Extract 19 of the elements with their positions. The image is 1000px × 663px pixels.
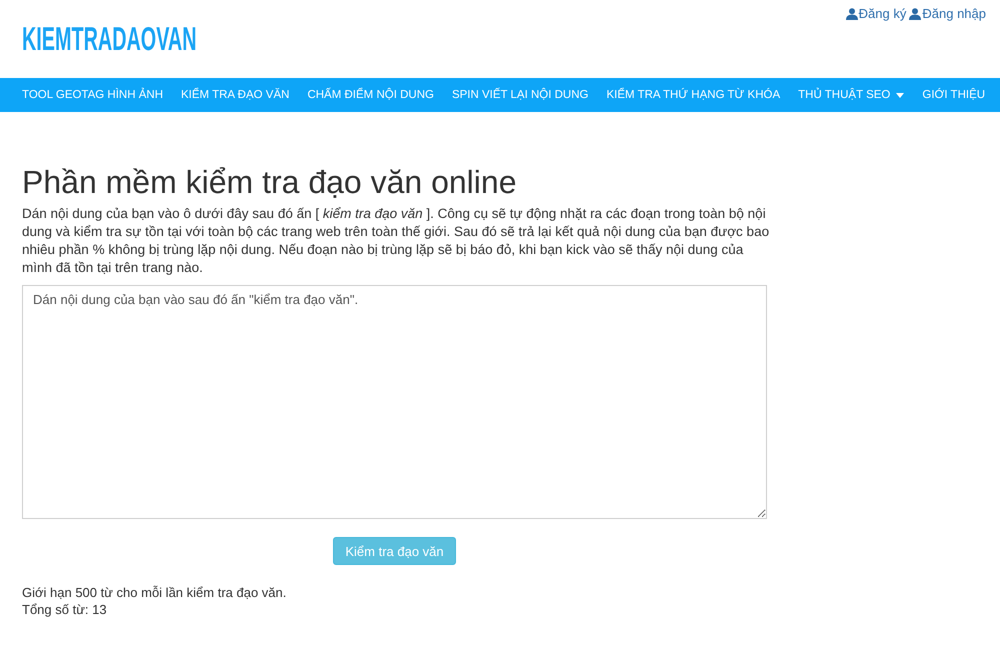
word-count-text: Tổng số từ: 13 xyxy=(22,601,107,618)
nav-link[interactable]: TOOL GEOTAG HÌNH ẢNH xyxy=(13,78,172,112)
user-icon xyxy=(909,8,922,20)
check-button[interactable]: Kiểm tra đạo văn xyxy=(333,537,456,565)
caret-icon xyxy=(896,92,904,98)
nav-link[interactable]: GIỚI THIỆU xyxy=(913,78,994,112)
limit-note: Giới hạn 500 từ cho mỗi lần kiểm tra đạo văn. xyxy=(22,584,286,601)
nav-link[interactable]: KIỂM TRA ĐẠO VĂN xyxy=(172,78,298,112)
content-textarea[interactable]: Dán nội dung của bạn vào sau đó ấn "kiểm tra đạo văn". xyxy=(22,285,767,519)
nav-link[interactable]: SPIN VIẾT LẠI NỘI DUNG xyxy=(442,78,598,112)
page-title: Phần mềm kiểm tra đạo văn online xyxy=(22,163,518,202)
account-link[interactable]: Đăng nhập xyxy=(909,6,986,21)
description-text: Dán nội dung của bạn vào ô dưới đây sau đó ấn [ kiểm tra đạo văn ]. Công cụ sẽ tự động nhặt ra các đoạn trong toàn bộ nội dung và kiểm tra sự tồn tại với toàn bộ các trang web trên toàn thế giới. Sau đó sẽ trả lại kết quả nội dung của bạn được bao nhiêu phần % không bị trùng lặp nội dung. Nếu đoạn nào bị trùng lặp sẽ bị báo đỏ, khi bạn kick vào sẽ thấy nội dung của mình đã tồn tại trên trang nào. xyxy=(22,205,770,277)
nav-link[interactable]: KIỂM TRA THỨ HẠNG TỪ KHÓA xyxy=(597,78,790,112)
account-link[interactable]: Đăng ký xyxy=(846,6,906,21)
site-logo[interactable]: KIEMTRADAOVAN xyxy=(22,26,197,52)
user-icon xyxy=(846,8,858,20)
nav-dropdown[interactable]: THỦ THUẬT SEO xyxy=(789,78,914,112)
nav-link[interactable]: CHẤM ĐIỂM NỘI DUNG xyxy=(298,78,443,112)
